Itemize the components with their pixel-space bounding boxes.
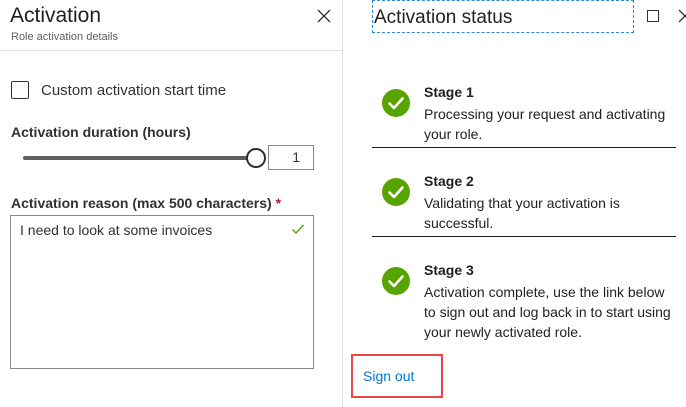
stage-title: Stage 1 [424,84,474,100]
stage-1: Stage 1 Processing your request and acti… [372,84,676,150]
stage-title: Stage 3 [424,262,474,278]
duration-label: Activation duration (hours) [11,124,191,140]
stage-description: Validating that your activation is succe… [424,195,620,231]
stage-2: Stage 2 Validating that your activation … [372,173,676,239]
stage-description: Activation complete, use the link below … [424,284,671,340]
duration-slider-thumb[interactable] [246,148,266,168]
stage-3: Stage 3 Activation complete, use the lin… [372,262,676,348]
panel-subtitle: Role activation details [11,31,119,43]
stage-description: Processing your request and activating y… [424,106,666,142]
maximize-button[interactable] [647,10,659,22]
check-circle-icon [382,178,410,206]
stage-divider [372,236,676,237]
custom-start-label: Custom activation start time [41,82,227,99]
stage-title: Stage 2 [424,173,474,189]
duration-input[interactable]: 1 [268,145,314,170]
reason-label: Activation reason (max 500 characters) * [11,195,281,211]
status-panel: Activation status Stage 1 Processing you… [343,0,686,407]
close-icon [317,9,331,23]
valid-check-icon [292,224,305,235]
reason-textarea[interactable]: I need to look at some invoices [10,215,314,369]
activation-panel: Activation Role activation details Custo… [0,0,342,407]
reason-value: I need to look at some invoices [20,222,213,238]
required-marker: * [275,195,282,211]
close-icon [678,9,686,23]
custom-start-checkbox[interactable] [11,81,29,99]
panel-title: Activation [10,4,102,27]
check-circle-icon [382,89,410,117]
status-close-button[interactable] [675,6,686,26]
status-title: Activation status [372,0,634,33]
reason-label-text: Activation reason (max 500 characters) [11,195,272,211]
sign-out-link[interactable]: Sign out [363,368,414,384]
check-circle-icon [382,267,410,295]
header-divider [0,50,342,51]
stage-divider [372,147,676,148]
close-button[interactable] [314,6,334,26]
duration-slider-track[interactable] [23,156,255,160]
